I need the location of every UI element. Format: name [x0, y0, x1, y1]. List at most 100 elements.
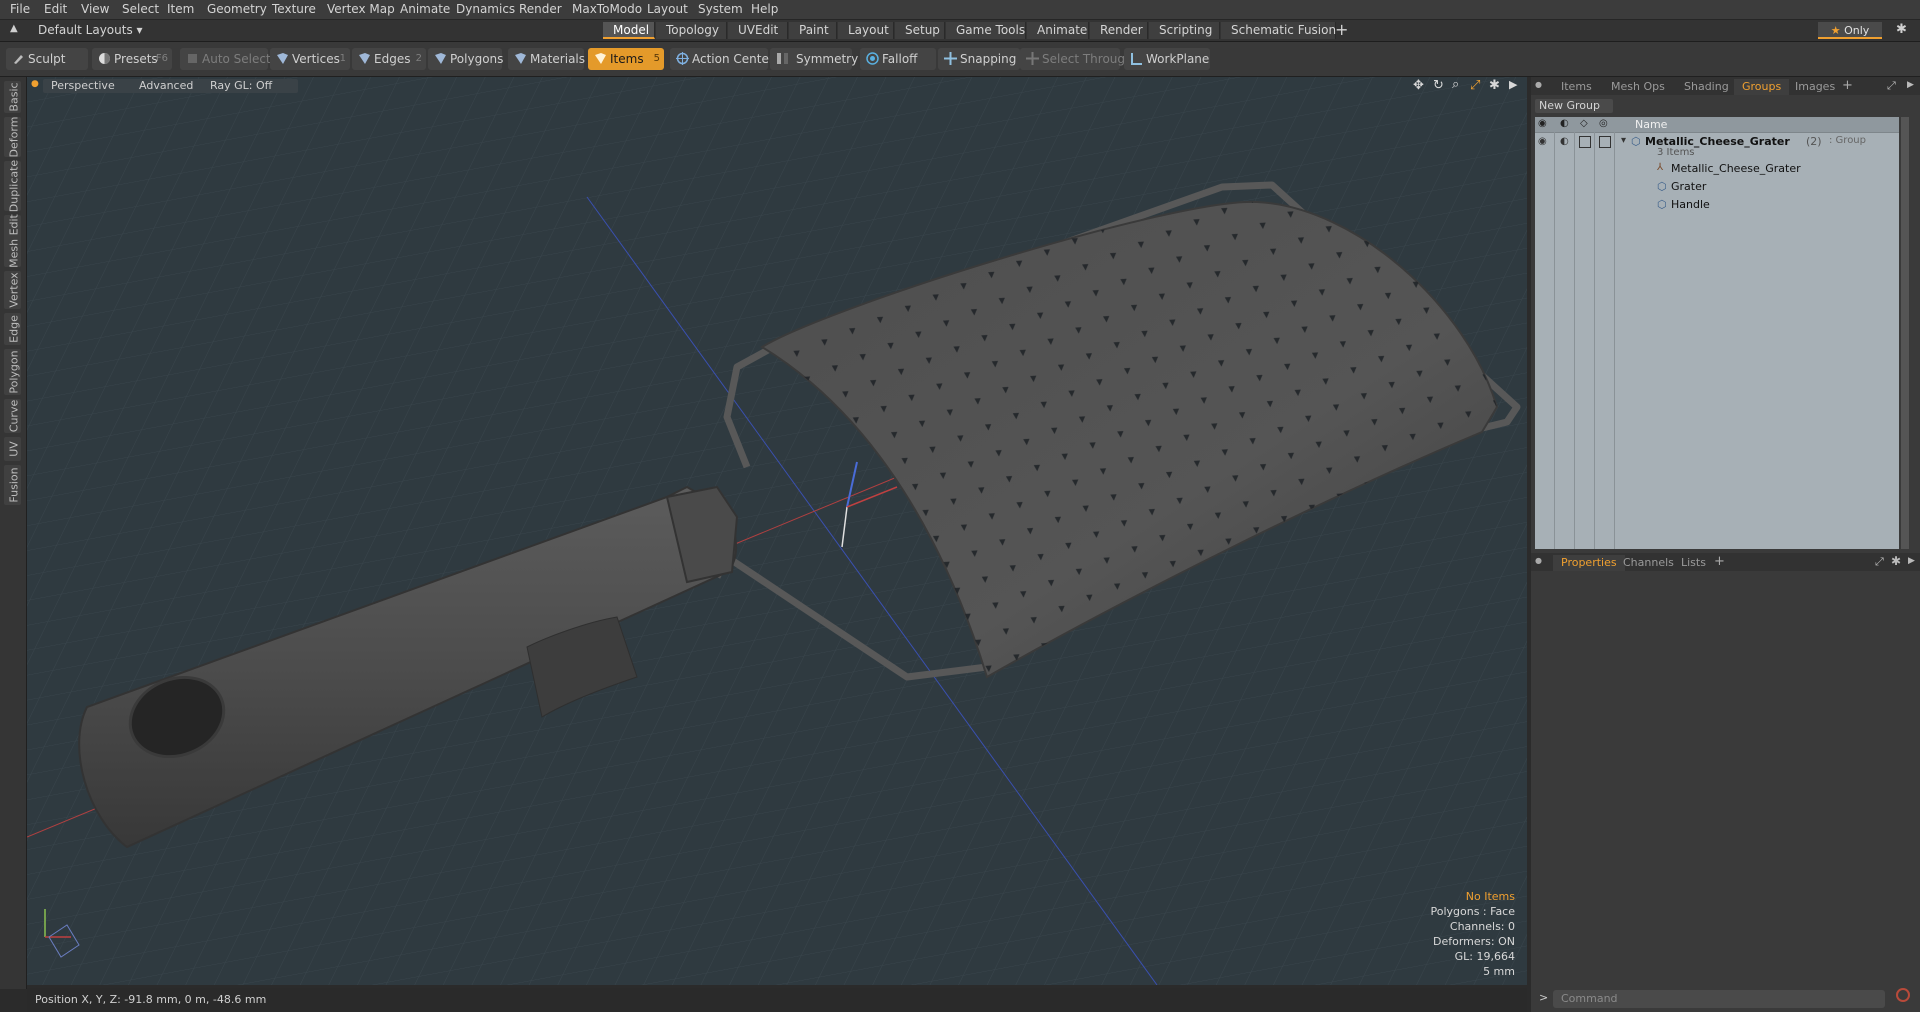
layout-selector[interactable]: Default Layouts ▾ [38, 23, 143, 37]
edges-button[interactable]: Edges 2 [352, 48, 426, 70]
fit-icon[interactable]: ⤢ [1470, 78, 1480, 93]
menu-help[interactable]: Help [751, 2, 778, 16]
tab-game-tools[interactable]: Game Tools [946, 22, 1026, 39]
vtab-duplicate[interactable]: Duplicate [4, 160, 21, 212]
only-button[interactable]: ★ Only [1818, 22, 1882, 39]
info-polygons: Polygons : Face [1430, 905, 1515, 918]
menu-select[interactable]: Select [122, 2, 159, 16]
select-through-button[interactable]: Select Through [1020, 48, 1133, 70]
panel-menu-icon[interactable]: ● [1535, 556, 1542, 565]
menu-vertex-map[interactable]: Vertex Map [327, 2, 395, 16]
lock-checkbox[interactable] [1579, 136, 1591, 148]
group-list-scrollbar[interactable] [1901, 117, 1909, 549]
tab-render[interactable]: Render [1090, 22, 1148, 39]
group-child-row[interactable]: ⬡ Grater [1535, 180, 1899, 195]
menu-maxtomodo[interactable]: MaxToModo [572, 2, 642, 16]
symmetry-button[interactable]: Symmetry [770, 48, 858, 70]
panel-expand-icon[interactable]: ⤢ [1887, 79, 1896, 93]
lock-column-icon[interactable]: ◇ [1580, 118, 1588, 129]
tab-setup[interactable]: Setup [895, 22, 945, 39]
new-group-button[interactable]: New Group [1535, 99, 1613, 113]
materials-button[interactable]: Materials [508, 48, 585, 70]
tab-shading[interactable]: Shading [1676, 79, 1737, 95]
tab-properties[interactable]: Properties [1553, 555, 1625, 571]
panel-menu-icon[interactable]: ● [1535, 80, 1542, 89]
tab-mesh-ops[interactable]: Mesh Ops [1603, 79, 1673, 95]
tab-channels[interactable]: Channels [1615, 555, 1682, 571]
eye-column-icon[interactable]: ◉ [1538, 118, 1547, 129]
record-icon[interactable] [1896, 988, 1910, 1002]
action-center-button[interactable]: Action Center [670, 48, 774, 70]
falloff-button[interactable]: Falloff [860, 48, 936, 70]
group-child-row[interactable]: ⬡ Handle [1535, 198, 1899, 213]
snapping-button[interactable]: Snapping [938, 48, 1020, 70]
items-button[interactable]: Items 5 [588, 48, 664, 70]
workplane-button[interactable]: WorkPlane [1124, 48, 1210, 70]
group-row[interactable]: ◉ ◐ ▾ ⬡ Metallic_Cheese_Grater (2) : Gro… [1535, 135, 1899, 159]
tab-schematic-fusion[interactable]: Schematic Fusion [1221, 22, 1336, 39]
presets-button[interactable]: Presets F6 [92, 48, 172, 70]
polygons-button[interactable]: Polygons [428, 48, 504, 70]
viewport-settings-icon[interactable]: ✱ [1489, 78, 1500, 93]
viewport-menu-icon[interactable]: ● [31, 79, 39, 89]
rotate-icon[interactable]: ↻ [1433, 78, 1444, 93]
tab-items[interactable]: Items [1553, 79, 1600, 95]
zoom-icon[interactable]: ⌕ [1452, 77, 1459, 92]
gear-icon[interactable]: ✱ [1896, 22, 1907, 37]
collapse-arrow-icon[interactable]: ▾ [1621, 135, 1626, 146]
properties-settings-icon[interactable]: ✱ [1891, 554, 1901, 568]
command-input[interactable]: Command [1553, 990, 1885, 1008]
tab-topology[interactable]: Topology [656, 22, 727, 39]
render-column-icon[interactable]: ◐ [1560, 118, 1569, 129]
menu-layout[interactable]: Layout [647, 2, 688, 16]
collapse-icon[interactable]: ▲ [10, 23, 18, 34]
add-panel-tab-icon[interactable]: + [1842, 78, 1853, 93]
vertices-button[interactable]: Vertices 1 [270, 48, 350, 70]
pan-icon[interactable]: ✥ [1413, 78, 1424, 93]
tab-scripting[interactable]: Scripting [1149, 22, 1220, 39]
edges-icon [359, 53, 370, 64]
menu-item[interactable]: Item [167, 2, 194, 16]
menu-view[interactable]: View [81, 2, 109, 16]
workplane-label: WorkPlane [1146, 52, 1210, 66]
auto-select-button[interactable]: Auto Select [180, 48, 271, 70]
menu-animate[interactable]: Animate [400, 2, 450, 16]
tab-uvedit[interactable]: UVEdit [728, 22, 788, 39]
tab-layout[interactable]: Layout [838, 22, 894, 39]
tab-model[interactable]: Model [603, 22, 655, 39]
vtab-fusion[interactable]: Fusion [4, 465, 21, 505]
menu-render[interactable]: Render [519, 2, 562, 16]
raygl-dropdown[interactable]: Ray GL: Off [202, 79, 298, 93]
panel-expand-icon[interactable]: ⤢ [1875, 555, 1884, 569]
vtab-fusion-label: Fusion [7, 467, 21, 503]
vtab-deform[interactable]: Deform [4, 117, 21, 157]
tab-paint[interactable]: Paint [789, 22, 837, 39]
perspective-dropdown[interactable]: Perspective [43, 79, 139, 93]
3d-viewport[interactable]: ● Perspective Advanced Ray GL: Off ✥ ↻ ⌕… [27, 77, 1527, 985]
vtab-edge[interactable]: Edge [4, 313, 21, 345]
menu-geometry[interactable]: Geometry [207, 2, 267, 16]
right-panel-tabs: ● Items Mesh Ops Shading Groups Images +… [1531, 77, 1920, 95]
menu-file[interactable]: File [10, 2, 30, 16]
menu-edit[interactable]: Edit [44, 2, 67, 16]
menu-texture[interactable]: Texture [272, 2, 316, 16]
polygons-label: Polygons [450, 52, 504, 66]
add-tab-icon[interactable]: + [1335, 20, 1348, 39]
menu-dynamics[interactable]: Dynamics [456, 2, 515, 16]
tab-groups[interactable]: Groups [1734, 79, 1790, 95]
advanced-dropdown[interactable]: Advanced [131, 79, 211, 93]
select-checkbox[interactable] [1599, 136, 1611, 148]
add-panel-tab-icon[interactable]: + [1714, 554, 1725, 569]
select-column-icon[interactable]: ◎ [1599, 118, 1608, 129]
panel-arrow-icon[interactable]: ▶ [1907, 80, 1914, 90]
viewport-scene[interactable] [27, 77, 1527, 985]
visibility-eye-icon[interactable]: ◉ [1538, 136, 1547, 147]
tab-animate[interactable]: Animate [1027, 22, 1089, 39]
tab-images[interactable]: Images [1787, 79, 1843, 95]
menu-system[interactable]: System [698, 2, 743, 16]
group-child-row[interactable]: ⅄ Metallic_Cheese_Grater [1535, 162, 1899, 177]
panel-arrow-icon[interactable]: ▶ [1908, 556, 1915, 566]
tab-lists[interactable]: Lists [1673, 555, 1714, 571]
render-toggle-icon[interactable]: ◐ [1560, 136, 1569, 147]
viewport-expand-icon[interactable]: ▶ [1509, 78, 1517, 91]
